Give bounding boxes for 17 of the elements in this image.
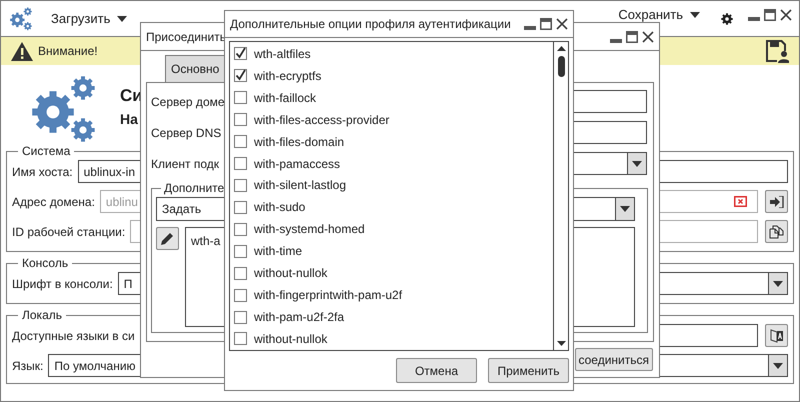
header-subtitle: На [120,110,139,128]
field-label: ID рабочей станции: [12,224,126,240]
warning-text: Внимание! [38,43,98,60]
field-label: Язык: [12,358,44,374]
field-label: Шрифт в консоли: [12,276,113,292]
field-label: Сервер доме [151,94,225,110]
section-title: Система [21,143,72,160]
field-label: Доступные языки в си [12,328,135,344]
group-title: Дополните [163,180,226,197]
dialog-title: Дополнительные опции профиля аутентификации [230,16,511,33]
field-label: Клиент подк [151,156,219,172]
field-label: Имя хоста: [12,164,73,180]
dialog-title: Присоединить [146,28,226,46]
field-label: Сервер DNS [151,124,222,142]
field-label: Адрес домена: [12,194,95,210]
section-title: Консоль [21,255,70,272]
section-title: Локаль [21,307,63,324]
